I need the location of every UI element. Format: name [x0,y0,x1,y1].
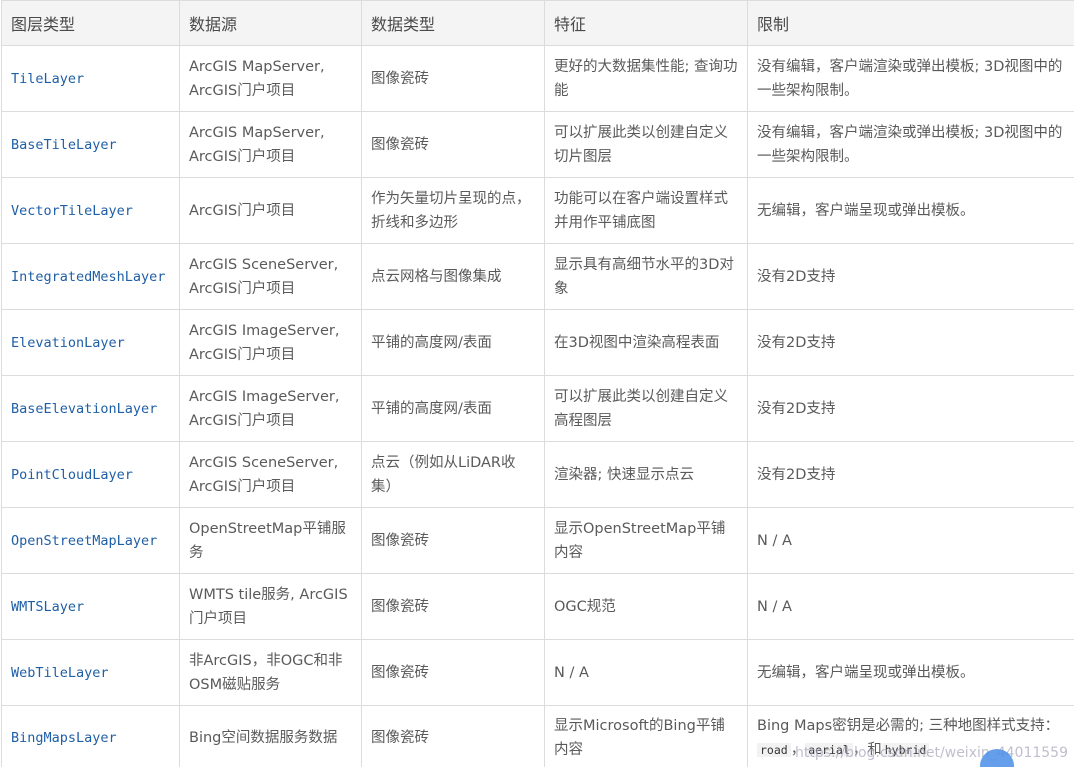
cell-data-type: 图像瓷砖 [361,45,545,112]
cell-layer-name[interactable]: WebTileLayer [1,639,180,706]
bing-limit-text: Bing Maps密钥是必需的; 三种地图样式支持： [757,717,1060,734]
cell-limitation: 没有2D支持 [747,243,1074,310]
cell-limitation: N / A [747,507,1074,574]
cell-layer-name[interactable]: OpenStreetMapLayer [1,507,180,574]
cell-layer-name[interactable]: BingMapsLayer [1,705,180,767]
cell-data-type: 图像瓷砖 [361,639,545,706]
cell-feature: 渲染器; 快速显示点云 [544,441,748,508]
cell-feature: 在3D视图中渲染高程表面 [544,309,748,376]
header-feature: 特征 [544,0,748,46]
cell-data-type: 图像瓷砖 [361,705,545,767]
cell-layer-name[interactable]: BaseTileLayer [1,111,180,178]
cell-layer-name[interactable]: TileLayer [1,45,180,112]
cell-layer-name[interactable]: ElevationLayer [1,309,180,376]
style-aerial: aerial [805,742,853,757]
cell-feature: N / A [544,639,748,706]
style-hybrid: hybrid [881,742,930,757]
table-row: WMTSLayer WMTS tile服务, ArcGIS门户项目 图像瓷砖 O… [1,573,1074,640]
table-row: OpenStreetMapLayer OpenStreetMap平铺服务 图像瓷… [1,507,1074,574]
header-data-type: 数据类型 [361,0,545,46]
cell-layer-name[interactable]: VectorTileLayer [1,177,180,244]
header-limitation: 限制 [747,0,1074,46]
table-row: WebTileLayer 非ArcGIS，非OGC和非OSM磁贴服务 图像瓷砖 … [1,639,1074,706]
cell-data-type: 图像瓷砖 [361,111,545,178]
cell-feature: 显示OpenStreetMap平铺内容 [544,507,748,574]
cell-data-type: 平铺的高度网/表面 [361,309,545,376]
cell-data-type: 点云（例如从LiDAR收集） [361,441,545,508]
cell-source: ArcGIS门户项目 [179,177,362,244]
cell-limitation: 没有编辑，客户端渲染或弹出模板; 3D视图中的一些架构限制。 [747,45,1074,112]
cell-feature: 功能可以在客户端设置样式并用作平铺底图 [544,177,748,244]
cell-source: ArcGIS SceneServer, ArcGIS门户项目 [179,441,362,508]
table-row: TileLayer ArcGIS MapServer, ArcGIS门户项目 图… [1,45,1074,112]
cell-feature: 更好的大数据集性能; 查询功能 [544,45,748,112]
cell-limitation: 无编辑，客户端呈现或弹出模板。 [747,639,1074,706]
cell-feature: OGC规范 [544,573,748,640]
cell-source: ArcGIS ImageServer, ArcGIS门户项目 [179,309,362,376]
cell-data-type: 图像瓷砖 [361,573,545,640]
cell-source: OpenStreetMap平铺服务 [179,507,362,574]
cell-layer-name[interactable]: PointCloudLayer [1,441,180,508]
cell-layer-name[interactable]: IntegratedMeshLayer [1,243,180,310]
table-row: VectorTileLayer ArcGIS门户项目 作为矢量切片呈现的点，折线… [1,177,1074,244]
table-row: PointCloudLayer ArcGIS SceneServer, ArcG… [1,441,1074,508]
header-data-source: 数据源 [179,0,362,46]
cell-limitation: N / A [747,573,1074,640]
cell-source: Bing空间数据服务数据 [179,705,362,767]
cell-limitation: 没有2D支持 [747,441,1074,508]
style-road: road [757,742,791,757]
cell-limitation: 没有2D支持 [747,375,1074,442]
cell-source: ArcGIS ImageServer, ArcGIS门户项目 [179,375,362,442]
cell-feature: 显示Microsoft的Bing平铺内容 [544,705,748,767]
style-separator: ， [790,741,806,758]
table-row: BaseTileLayer ArcGIS MapServer, ArcGIS门户… [1,111,1074,178]
table-header-row: 图层类型 数据源 数据类型 特征 限制 [1,0,1074,46]
cell-limitation: 无编辑，客户端呈现或弹出模板。 [747,177,1074,244]
cell-layer-name[interactable]: BaseElevationLayer [1,375,180,442]
table-row: BaseElevationLayer ArcGIS ImageServer, A… [1,375,1074,442]
cell-source: ArcGIS MapServer, ArcGIS门户项目 [179,45,362,112]
cell-limitation: 没有2D支持 [747,309,1074,376]
cell-limitation: 没有编辑，客户端渲染或弹出模板; 3D视图中的一些架构限制。 [747,111,1074,178]
cell-data-type: 作为矢量切片呈现的点，折线和多边形 [361,177,545,244]
layer-types-table: 图层类型 数据源 数据类型 特征 限制 TileLayer ArcGIS Map… [1,0,1074,767]
cell-feature: 可以扩展此类以创建自定义切片图层 [544,111,748,178]
style-separator: ，和 [852,741,882,758]
cell-source: WMTS tile服务, ArcGIS门户项目 [179,573,362,640]
cell-source: ArcGIS MapServer, ArcGIS门户项目 [179,111,362,178]
cell-data-type: 点云网格与图像集成 [361,243,545,310]
table-row: BingMapsLayer Bing空间数据服务数据 图像瓷砖 显示Micros… [1,705,1074,767]
cell-data-type: 图像瓷砖 [361,507,545,574]
header-layer-type: 图层类型 [1,0,180,46]
cell-feature: 可以扩展此类以创建自定义高程图层 [544,375,748,442]
cell-limitation: Bing Maps密钥是必需的; 三种地图样式支持： road， aerial ，和… [747,705,1074,767]
cell-source: ArcGIS SceneServer, ArcGIS门户项目 [179,243,362,310]
cell-data-type: 平铺的高度网/表面 [361,375,545,442]
table-row: IntegratedMeshLayer ArcGIS SceneServer, … [1,243,1074,310]
layer-table-container: 图层类型 数据源 数据类型 特征 限制 TileLayer ArcGIS Map… [0,0,1074,767]
cell-source: 非ArcGIS，非OGC和非OSM磁贴服务 [179,639,362,706]
cell-feature: 显示具有高细节水平的3D对象 [544,243,748,310]
cell-layer-name[interactable]: WMTSLayer [1,573,180,640]
table-row: ElevationLayer ArcGIS ImageServer, ArcGI… [1,309,1074,376]
